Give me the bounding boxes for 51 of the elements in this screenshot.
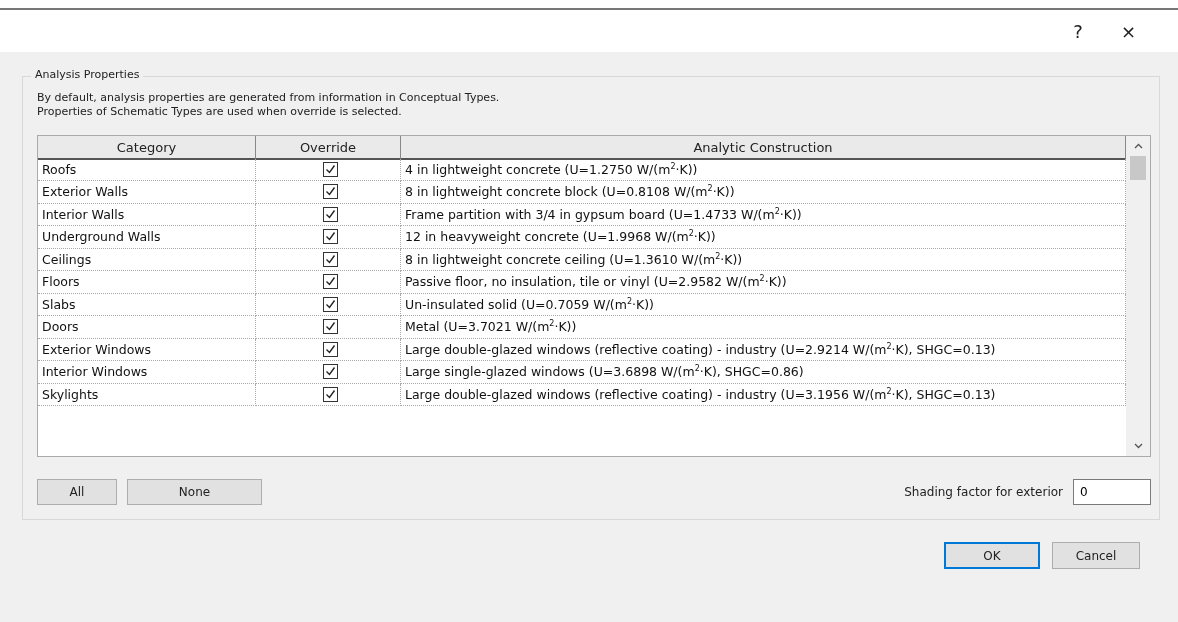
shading-label: Shading factor for exterior xyxy=(904,485,1063,499)
category-cell: Doors xyxy=(38,316,256,339)
override-checkbox[interactable] xyxy=(322,341,338,357)
scrollbar[interactable] xyxy=(1126,136,1150,456)
construction-cell[interactable]: 8 in lightweight concrete block (U=0.8108 W/(m$^{2}$·K)) xyxy=(401,181,1126,204)
category-cell: Exterior Windows xyxy=(38,338,256,361)
none-button[interactable]: None xyxy=(127,479,262,505)
construction-cell[interactable]: Large double-glazed windows (reflective coating) - industry (U=2.9214 W/(m$^{2}$·K), SHGC=0.13) xyxy=(401,338,1126,361)
description-text: Properties of Schematic Types are used when override is selected. xyxy=(37,105,403,119)
category-cell: Skylights xyxy=(38,383,256,406)
help-button[interactable]: ? xyxy=(1069,20,1087,42)
scroll-thumb[interactable] xyxy=(1130,156,1146,180)
override-checkbox[interactable] xyxy=(322,296,338,312)
construction-cell[interactable]: Large double-glazed windows (reflective coating) - industry (U=3.1956 W/(m$^{2}$·K), SHGC=0.13) xyxy=(401,383,1126,406)
category-cell: Roofs xyxy=(38,158,256,181)
category-cell: Ceilings xyxy=(38,248,256,271)
override-checkbox[interactable] xyxy=(322,184,338,200)
description-text: By default, analysis properties are generated from information in Conceptual Types. xyxy=(37,91,501,105)
category-cell: Exterior Walls xyxy=(38,181,256,204)
construction-cell[interactable]: 4 in lightweight concrete (U=1.2750 W/(m$^{2}$·K)) xyxy=(401,158,1126,181)
category-cell: Interior Walls xyxy=(38,203,256,226)
column-header[interactable]: Override xyxy=(256,136,401,160)
override-checkbox[interactable] xyxy=(322,386,338,402)
override-checkbox[interactable] xyxy=(322,319,338,335)
column-header[interactable]: Analytic Construction xyxy=(401,136,1126,160)
override-checkbox[interactable] xyxy=(322,229,338,245)
construction-cell[interactable]: Passive floor, no insulation, tile or vinyl (U=2.9582 W/(m$^{2}$·K)) xyxy=(401,271,1126,294)
scroll-down-icon[interactable] xyxy=(1133,443,1143,449)
override-checkbox[interactable] xyxy=(322,274,338,290)
column-header[interactable]: Category xyxy=(38,136,256,160)
construction-cell[interactable]: Metal (U=3.7021 W/(m$^{2}$·K)) xyxy=(401,316,1126,339)
category-cell: Slabs xyxy=(38,293,256,316)
category-cell: Underground Walls xyxy=(38,226,256,249)
construction-cell[interactable]: 8 in lightweight concrete ceiling (U=1.3610 W/(m$^{2}$·K)) xyxy=(401,248,1126,271)
override-checkbox[interactable] xyxy=(322,364,338,380)
construction-cell[interactable]: Frame partition with 3/4 in gypsum board (U=1.4733 W/(m$^{2}$·K)) xyxy=(401,203,1126,226)
construction-cell[interactable]: 12 in heavyweight concrete (U=1.9968 W/(m$^{2}$·K)) xyxy=(401,226,1126,249)
shading-input[interactable]: 0 xyxy=(1073,479,1151,505)
category-cell: Floors xyxy=(38,271,256,294)
all-button[interactable]: All xyxy=(37,479,117,505)
construction-cell[interactable]: Un-insulated solid (U=0.7059 W/(m$^{2}$·K)) xyxy=(401,293,1126,316)
close-button[interactable]: × xyxy=(1116,20,1140,42)
override-checkbox[interactable] xyxy=(322,161,338,177)
scroll-up-icon[interactable] xyxy=(1133,143,1143,149)
override-checkbox[interactable] xyxy=(322,251,338,267)
category-cell: Interior Windows xyxy=(38,361,256,384)
ok-button[interactable]: OK xyxy=(944,542,1040,569)
cancel-button[interactable]: Cancel xyxy=(1052,542,1140,569)
construction-cell[interactable]: Large single-glazed windows (U=3.6898 W/(m$^{2}$·K), SHGC=0.86) xyxy=(401,361,1126,384)
group-title: Analysis Properties xyxy=(31,68,144,81)
override-checkbox[interactable] xyxy=(322,206,338,222)
